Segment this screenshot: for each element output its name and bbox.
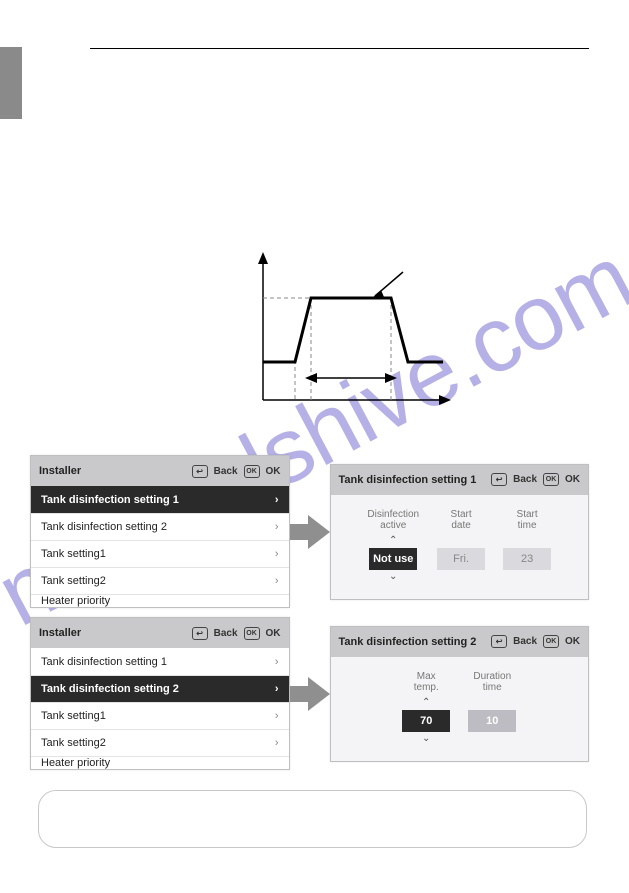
ok-label: OK xyxy=(565,474,580,485)
chevron-right-icon: › xyxy=(275,494,279,506)
ok-label: OK xyxy=(266,466,281,477)
menu-item-disinfection-1[interactable]: Tank disinfection setting 1› xyxy=(31,486,289,513)
field-duration-time[interactable]: Durationtime 10 xyxy=(468,671,516,745)
detail-panel-2: Tank disinfection setting 2 ↩ Back OK OK… xyxy=(330,626,590,762)
chevron-right-icon: › xyxy=(275,737,279,749)
back-icon[interactable]: ↩ xyxy=(491,473,507,486)
field-disinfection-active[interactable]: Disinfectionactive ⌃ Not use ⌄ xyxy=(367,509,419,583)
field-value: Not use xyxy=(369,548,417,570)
panel-header: Installer ↩ Back OK OK xyxy=(31,618,289,648)
disinfection-graph xyxy=(233,250,453,420)
back-label: Back xyxy=(214,628,238,639)
field-value: 70 xyxy=(402,710,450,732)
menu-item-disinfection-1[interactable]: Tank disinfection setting 1› xyxy=(31,648,289,675)
back-label: Back xyxy=(513,474,537,485)
chevron-up-icon[interactable]: ⌃ xyxy=(422,698,430,708)
back-label: Back xyxy=(214,466,238,477)
side-tab xyxy=(0,47,22,119)
arrow-right-icon xyxy=(290,674,330,714)
field-value: 23 xyxy=(503,548,551,570)
ok-icon[interactable]: OK xyxy=(543,473,559,486)
menu-item-tank-2[interactable]: Tank setting2› xyxy=(31,729,289,756)
chevron-right-icon: › xyxy=(275,548,279,560)
field-max-temp[interactable]: Maxtemp. ⌃ 70 ⌄ xyxy=(402,671,450,745)
chevron-right-icon: › xyxy=(275,575,279,587)
menu-item-tank-1[interactable]: Tank setting1› xyxy=(31,540,289,567)
chevron-right-icon: › xyxy=(275,683,279,695)
menu-item-heater-priority[interactable]: Heater priority xyxy=(31,756,289,769)
back-icon[interactable]: ↩ xyxy=(192,627,208,640)
detail-panel-1: Tank disinfection setting 1 ↩ Back OK OK… xyxy=(330,464,590,600)
installer-panel-1: Installer ↩ Back OK OK Tank disinfection… xyxy=(30,455,290,608)
chevron-up-icon[interactable]: ⌃ xyxy=(389,536,397,546)
field-start-time[interactable]: Starttime 23 xyxy=(503,509,551,583)
panel-title: Installer xyxy=(39,465,192,477)
note-box xyxy=(38,790,587,848)
back-label: Back xyxy=(513,636,537,647)
back-icon[interactable]: ↩ xyxy=(192,465,208,478)
field-value: Fri. xyxy=(437,548,485,570)
chevron-right-icon: › xyxy=(275,656,279,668)
menu-item-heater-priority[interactable]: Heater priority xyxy=(31,594,289,607)
installer-panel-2: Installer ↩ Back OK OK Tank disinfection… xyxy=(30,617,290,770)
panel-header: Tank disinfection setting 1 ↩ Back OK OK xyxy=(331,465,589,495)
chevron-right-icon: › xyxy=(275,521,279,533)
back-icon[interactable]: ↩ xyxy=(491,635,507,648)
ok-icon[interactable]: OK xyxy=(244,465,260,478)
panel-header: Installer ↩ Back OK OK xyxy=(31,456,289,486)
panel-title: Tank disinfection setting 2 xyxy=(339,636,492,648)
chevron-down-icon[interactable]: ⌄ xyxy=(422,734,430,744)
panel-header: Tank disinfection setting 2 ↩ Back OK OK xyxy=(331,627,589,657)
ok-label: OK xyxy=(266,628,281,639)
chevron-down-icon[interactable]: ⌄ xyxy=(389,572,397,582)
arrow-right-icon xyxy=(290,512,330,552)
header-rule xyxy=(90,48,589,49)
field-value: 10 xyxy=(468,710,516,732)
ok-icon[interactable]: OK xyxy=(244,627,260,640)
menu-item-disinfection-2[interactable]: Tank disinfection setting 2› xyxy=(31,513,289,540)
chevron-right-icon: › xyxy=(275,710,279,722)
field-start-date[interactable]: Startdate Fri. xyxy=(437,509,485,583)
ok-label: OK xyxy=(565,636,580,647)
panel-title: Installer xyxy=(39,627,192,639)
panel-title: Tank disinfection setting 1 xyxy=(339,474,492,486)
menu-item-tank-1[interactable]: Tank setting1› xyxy=(31,702,289,729)
menu-item-tank-2[interactable]: Tank setting2› xyxy=(31,567,289,594)
menu-item-disinfection-2[interactable]: Tank disinfection setting 2› xyxy=(31,675,289,702)
ok-icon[interactable]: OK xyxy=(543,635,559,648)
